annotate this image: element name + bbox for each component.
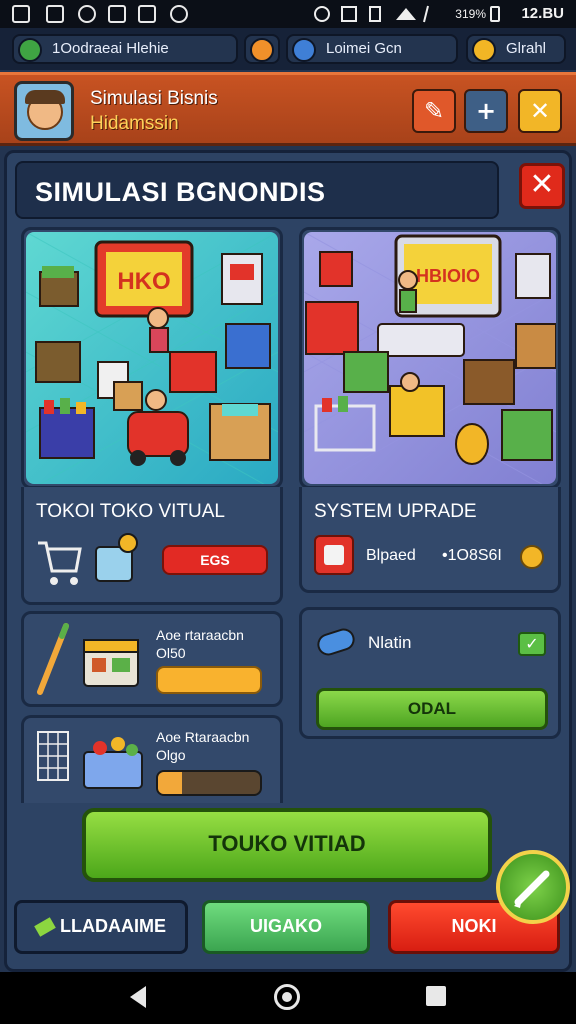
left-item-row-2[interactable]: Aoe Rtaraacbn Olgo <box>21 715 283 803</box>
app-notification-icon <box>108 5 126 23</box>
blue-gem-icon <box>292 38 316 62</box>
virtual-store-illustration: HKO <box>26 232 278 484</box>
coin-icon <box>520 545 544 569</box>
middle-action-button[interactable]: UIGAKO <box>202 900 370 954</box>
pencil-edit-icon <box>514 870 550 908</box>
right-status-card: Nlatin ✓ ODAL <box>299 607 561 739</box>
upgrade-item-icon-inner <box>324 545 344 565</box>
header-subtitle: Hidamssin <box>90 113 179 134</box>
upgrade-cost-label: Blpaed <box>366 547 416 564</box>
pencil-icon <box>37 623 69 695</box>
left-item-2-text: Aoe Rtaraacbn <box>156 729 250 745</box>
header-title: Simulasi Bisnis <box>90 88 218 109</box>
left-item-2-progress-fill <box>158 772 182 794</box>
shopping-cart-icon <box>38 541 82 585</box>
upgrade-item-icon <box>314 535 354 575</box>
panel-title-box: SIMULASI BGNONDIS <box>15 161 499 219</box>
game-notification-icon <box>170 5 188 23</box>
clock: 12.BU <box>521 5 564 22</box>
orange-coin-icon <box>250 38 274 62</box>
status-bar: 319% 12.BU <box>0 0 576 28</box>
resource-label-4: Glrahl <box>506 40 547 57</box>
right-upgrade-card[interactable]: HBIOIO <box>299 227 561 489</box>
left-item-2-progress <box>156 770 262 796</box>
load-game-label: LLADAAIME <box>60 916 166 936</box>
capsule-icon <box>317 628 355 656</box>
system-nav-bar <box>0 972 576 1024</box>
resource-label-1: 1Oodraeai Hlehie <box>52 40 169 57</box>
left-item-1-progress <box>156 666 262 694</box>
home-icon[interactable] <box>274 984 300 1010</box>
game-screen: 319% 12.BU 1Oodraeai Hlehie Loimei Gcn G… <box>0 0 576 1024</box>
tag-icon <box>34 917 56 937</box>
load-game-button[interactable]: LLADAAIME <box>14 900 188 954</box>
home-icon-dot <box>282 992 292 1002</box>
upgrade-cost-value: •1O8S6I <box>442 547 502 564</box>
left-item-1-value: Ol50 <box>156 645 186 661</box>
close-header-button[interactable]: ✕ <box>518 89 562 133</box>
image-notification-icon <box>12 5 30 23</box>
left-item-1-text: Aoe rtaraacbn <box>156 627 244 643</box>
main-action-button[interactable]: TOUKO VITIAD <box>82 808 492 882</box>
resource-bar: 1Oodraeai Hlehie Loimei Gcn Glrahl <box>0 28 576 70</box>
resource-pill-4[interactable]: Glrahl <box>466 34 566 64</box>
store-sign-text: HKO <box>117 268 170 295</box>
edit-fab-button[interactable] <box>496 850 570 924</box>
right-card-title: SYSTEM UPRADE <box>314 501 477 522</box>
recents-icon[interactable] <box>426 986 446 1006</box>
back-icon[interactable] <box>126 984 150 1010</box>
header-banner: Simulasi Bisnis Hidamssin ✎ + ✕ <box>0 72 576 146</box>
right-info-card: SYSTEM UPRADE Blpaed •1O8S6I <box>299 487 561 593</box>
battery-icon <box>490 6 500 22</box>
egs-button[interactable]: EGS <box>162 545 268 575</box>
photo-notification-icon <box>46 5 64 23</box>
product-jar-icon <box>95 533 138 582</box>
close-button[interactable]: ✕ <box>519 163 565 209</box>
odal-button[interactable]: ODAL <box>316 688 548 730</box>
store-scene-graphic: HKO <box>26 232 278 484</box>
resource-label-3: Loimei Gcn <box>326 40 402 57</box>
status-label: Nlatin <box>368 633 412 652</box>
upgrade-sign-text: HBIOIO <box>416 266 480 286</box>
left-shop-card[interactable]: HKO <box>21 227 283 489</box>
left-item-2-value: Olgo <box>156 747 186 763</box>
resource-pill-3[interactable]: Loimei Gcn <box>286 34 458 64</box>
shelf-rack-icon <box>37 731 69 781</box>
left-card-title: TOKOI TOKO VITUAL <box>36 501 225 522</box>
panel-title: SIMULASI BGNONDIS <box>35 177 326 207</box>
left-item-row-1[interactable]: Aoe rtaraacbn Ol50 <box>21 611 283 707</box>
gold-coin-icon <box>472 38 496 62</box>
resource-pill-1[interactable]: 1Oodraeai Hlehie <box>12 34 238 64</box>
sync-notification-icon <box>78 5 96 23</box>
green-gem-icon <box>18 38 42 62</box>
checkmark-icon: ✓ <box>518 632 546 656</box>
square-notification-icon <box>138 5 156 23</box>
resource-pill-2[interactable] <box>244 34 280 64</box>
add-button[interactable]: + <box>464 89 508 133</box>
system-status-icons <box>314 5 429 23</box>
tools-button[interactable]: ✎ <box>412 89 456 133</box>
product-box-icon <box>83 639 139 687</box>
shopping-basket-icon <box>83 737 143 789</box>
upgrade-scene-graphic: HBIOIO <box>304 232 556 484</box>
left-info-card: TOKOI TOKO VITUAL EGS <box>21 487 283 605</box>
avatar-hair <box>25 90 65 104</box>
avatar[interactable] <box>14 81 74 141</box>
battery-percentage: 319% <box>455 7 486 21</box>
system-upgrade-illustration: HBIOIO <box>304 232 556 484</box>
